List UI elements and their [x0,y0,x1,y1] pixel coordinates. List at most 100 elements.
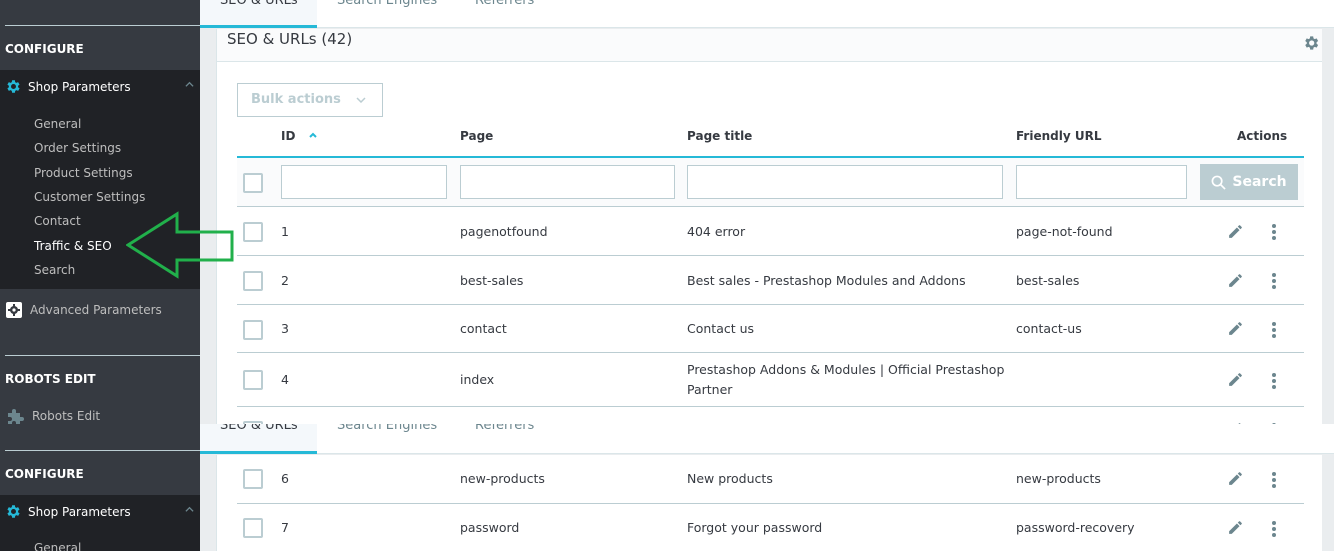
table-row: 1 pagenotfound 404 error page-not-found [237,207,1304,256]
cell-page-title: Contact us [687,321,755,336]
edit-pencil-icon[interactable] [1227,371,1244,388]
sidebar-subitem-product-settings[interactable]: Product Settings [34,166,133,180]
cell-page-title: Best sales - Prestashop Modules and Addo… [687,273,966,288]
sidebar-subitem-customer-settings[interactable]: Customer Settings [34,190,145,204]
tab-seo-urls[interactable]: SEO & URLs [200,0,317,28]
tab-label: Search Engines [337,0,438,8]
edit-pencil-icon[interactable] [1227,272,1244,289]
sidebar-subitem-general[interactable]: General [34,117,81,131]
sidebar-subitem-search[interactable]: Search [34,263,75,277]
cell-id: 6 [281,471,289,486]
tab-search-engines[interactable]: Search Engines [317,0,457,28]
sidebar-subitem-general[interactable]: General [34,541,81,551]
sidebar-section-robots-edit: ROBOTS EDIT [5,372,96,386]
table-row: 2 best-sales Best sales - Prestashop Mod… [237,256,1304,305]
search-button[interactable]: Search [1200,164,1298,200]
row-checkbox[interactable] [243,370,263,390]
cell-page-title: New products [687,471,773,486]
cell-friendly-url: best-sales [1016,273,1080,288]
cell-id: 3 [281,321,289,336]
more-actions-icon[interactable] [1271,273,1277,289]
tab-label: Search Engines [337,424,438,433]
tab-seo-urls[interactable]: SEO & URLs [200,424,317,454]
row-checkbox[interactable] [243,320,263,340]
row-checkbox[interactable] [243,518,263,538]
tab-bar: SEO & URLs Search Engines Referrers [200,424,1334,454]
row-checkbox[interactable] [243,469,263,489]
cell-page: best-sales [460,273,524,288]
select-all-checkbox[interactable] [243,173,263,193]
sidebar-subitem-contact[interactable]: Contact [34,214,81,228]
cell-friendly-url: contact-us [1016,321,1082,336]
sidebar-divider [5,25,200,26]
column-header-page[interactable]: Page [460,129,493,143]
edit-pencil-icon[interactable] [1227,223,1244,240]
upper-pane: CONFIGURE Shop Parameters General Order … [0,0,1334,424]
cell-friendly-url: password-recovery [1016,520,1135,535]
more-actions-icon[interactable] [1271,373,1277,389]
more-actions-icon[interactable] [1271,472,1277,488]
sidebar-item-label: Shop Parameters [28,504,131,519]
cell-page: index [460,372,495,387]
tab-label: SEO & URLs [220,0,298,8]
sidebar-divider [5,355,200,356]
table-row: 4 index Prestashop Addons & Modules | Of… [237,353,1304,407]
sidebar-submenu: General [0,528,200,551]
tab-search-engines[interactable]: Search Engines [317,424,457,454]
edit-pencil-icon[interactable] [1227,320,1244,337]
cell-page: password [460,520,520,535]
cell-friendly-url: new-products [1016,471,1101,486]
sidebar-subitem-traffic-seo[interactable]: Traffic & SEO [34,239,112,253]
scrollbar[interactable] [1322,29,1334,424]
column-header-friendly-url[interactable]: Friendly URL [1016,129,1101,143]
tab-referrers[interactable]: Referrers [455,0,554,28]
row-checkbox[interactable] [243,222,263,242]
more-actions-icon[interactable] [1271,521,1277,537]
column-header-page-title[interactable]: Page title [687,129,752,143]
bulk-actions-dropdown[interactable]: Bulk actions [237,83,383,117]
cell-id: 4 [281,372,289,387]
sidebar-item-shop-parameters[interactable]: Shop Parameters [0,495,200,528]
table-row: 7 password Forgot your password password… [237,504,1304,551]
search-button-label: Search [1232,174,1287,190]
filter-page-input[interactable] [460,165,675,199]
lower-pane: CONFIGURE Shop Parameters General SEO & … [0,424,1334,551]
seo-urls-card: SEO & URLs (42) Bulk actions ID Page Pag… [216,29,1322,424]
column-header-id[interactable]: ID [281,129,318,143]
gear-icon[interactable] [1302,34,1320,52]
annotation-arrow-icon [126,211,234,279]
sidebar-subitem-order-settings[interactable]: Order Settings [34,141,121,155]
cell-page-title: Forgot your password [687,520,823,535]
cell-page-title: Prestashop Addons & Modules | Official P… [687,362,1005,397]
edit-pencil-icon[interactable] [1227,470,1244,487]
row-checkbox[interactable] [243,271,263,291]
seo-urls-card: 6 new-products New products new-products… [216,455,1322,551]
gear-icon [7,505,20,518]
tab-bar: SEO & URLs Search Engines Referrers [200,0,1334,28]
column-header-actions: Actions [1237,129,1288,143]
content-gutter [200,455,216,551]
chevron-up-icon[interactable] [185,505,194,514]
sidebar-section-configure: CONFIGURE [5,467,84,481]
filter-page-title-input[interactable] [687,165,1003,199]
scrollbar[interactable] [1322,455,1334,551]
puzzle-icon [8,408,24,424]
edit-pencil-icon[interactable] [1227,519,1244,536]
tab-label: SEO & URLs [220,424,298,433]
filter-id-input[interactable] [281,165,447,199]
cell-page: new-products [460,471,545,486]
table-row [237,407,1304,424]
sidebar-item-advanced-parameters[interactable]: Advanced Parameters [0,295,200,325]
tab-referrers[interactable]: Referrers [455,424,554,454]
filter-friendly-url-input[interactable] [1016,165,1187,199]
column-header-label: ID [281,129,296,143]
chevron-up-icon[interactable] [185,80,194,89]
sort-ascending-icon[interactable] [308,131,318,139]
sidebar-item-robots-edit[interactable]: Robots Edit [0,401,200,424]
sidebar-item-shop-parameters[interactable]: Shop Parameters [0,70,200,103]
tab-label: Referrers [475,424,535,433]
more-actions-icon[interactable] [1271,322,1277,338]
search-icon [1211,175,1227,190]
sidebar-divider [5,450,200,451]
more-actions-icon[interactable] [1271,224,1277,240]
